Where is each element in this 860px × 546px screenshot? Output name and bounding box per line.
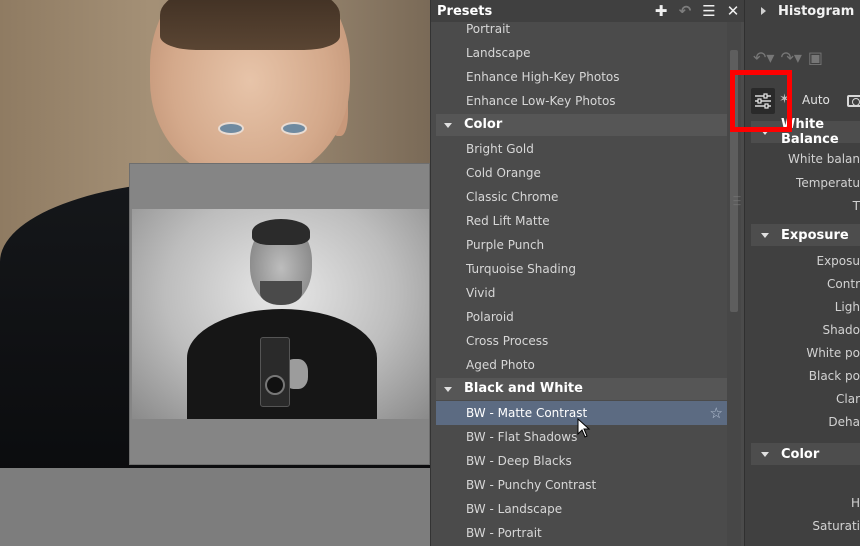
preset-label: BW - Matte Contrast [466,406,588,420]
adjustment-label: Black po [808,369,860,383]
adjustment-label: H [850,496,860,510]
preset-label: BW - Deep Blacks [466,454,572,468]
collapse-icon [761,232,769,238]
adjustment-label: Temperatu [796,176,860,190]
adjustment-label: T [852,199,860,213]
auto-button[interactable]: Auto [802,93,830,107]
preset-label: Landscape [466,46,531,60]
compare-icon[interactable]: ▣ [808,48,823,67]
preset-label: Cross Process [466,334,549,348]
preset-label: Vivid [466,286,496,300]
camera-icon[interactable] [847,95,860,107]
preset-item[interactable]: Cross Process [431,329,727,353]
adjustment-label: Saturati [812,519,860,533]
mouse-cursor-icon [577,418,591,438]
preset-item[interactable]: Aged Photo [431,353,727,377]
preset-label: Classic Chrome [466,190,559,204]
menu-icon[interactable]: ☰ [697,0,721,22]
preset-label: Turquoise Shading [466,262,576,276]
collapse-icon [444,122,452,128]
section-title: Color [781,446,820,462]
close-icon[interactable]: ✕ [721,0,745,22]
histogram-title: Histogram [778,3,855,19]
preset-group-header[interactable]: Color [436,114,727,136]
presets-title: Presets [437,3,493,19]
preset-group-label: Color [464,117,503,132]
preset-item[interactable]: Purple Punch [431,233,727,257]
adjustment-label: Ligh [834,300,860,314]
preset-item[interactable]: Vivid [431,281,727,305]
preset-label: Enhance Low-Key Photos [466,94,616,108]
preset-item[interactable]: Landscape [431,41,727,65]
preset-label: BW - Portrait [466,526,542,540]
section-title: White Balance [781,117,839,147]
preset-label: BW - Flat Shadows [466,430,578,444]
preset-item[interactable]: BW - Punchy Contrast [431,473,727,497]
favorite-star-icon[interactable]: ☆ [710,401,723,425]
undo-icon[interactable]: ↶ [673,0,697,22]
preset-label: Bright Gold [466,142,534,156]
preset-item[interactable]: BW - Landscape [431,497,727,521]
preset-item[interactable]: Turquoise Shading [431,257,727,281]
preset-item[interactable]: Polaroid [431,305,727,329]
preset-label: Portrait [466,22,511,36]
preset-item[interactable]: Cold Orange [431,161,727,185]
adjustment-label: Exposu [816,254,860,268]
photo-viewer [0,0,430,546]
adjustment-label: Clar [836,392,860,406]
adjustment-label: White balan [788,152,860,166]
preset-label: BW - Landscape [466,502,563,516]
adjustment-label: White po [806,346,860,360]
section-title: Exposure [781,227,849,243]
redo-history-icon[interactable]: ↷▾ [780,48,801,67]
adjustment-label: Deha [828,415,860,429]
undo-history-icon[interactable]: ↶▾ [753,48,774,67]
preset-label: Enhance High-Key Photos [466,70,620,84]
preset-item[interactable]: BW - Deep Blacks [431,449,727,473]
preset-group-header[interactable]: Black and White [436,378,727,400]
preset-item[interactable]: Red Lift Matte [431,209,727,233]
preset-item[interactable]: Enhance Low-Key Photos [431,89,727,113]
collapse-icon [761,451,769,457]
expand-icon [761,7,766,15]
adjustment-label: Contr [827,277,860,291]
preview-image [132,209,429,419]
preset-preview [129,163,430,465]
collapse-icon [444,386,452,392]
preset-label: Purple Punch [466,238,545,252]
preset-label: Polaroid [466,310,514,324]
presets-list: Portrait Landscape Enhance High-Key Photos… [431,17,727,546]
highlight-annotation [730,70,792,132]
history-toolbar: ↶▾ ↷▾ ▣ [745,40,860,74]
preset-item[interactable]: Enhance High-Key Photos [431,65,727,89]
section-header[interactable]: Exposure [751,224,860,246]
preset-item[interactable]: Classic Chrome [431,185,727,209]
histogram-header[interactable]: Histogram [751,0,860,22]
add-preset-icon[interactable]: ✚ [649,0,673,22]
section-header[interactable]: Color [751,443,860,465]
adjustment-label: Shado [822,323,860,337]
preset-item[interactable]: Bright Gold [431,137,727,161]
preset-group-label: Black and White [464,381,583,396]
preset-item[interactable]: BW - Portrait [431,521,727,545]
presets-panel: Portrait Landscape Enhance High-Key Photos… [430,0,745,546]
preset-label: Aged Photo [466,358,535,372]
preset-label: Cold Orange [466,166,541,180]
preset-label: BW - Punchy Contrast [466,478,597,492]
presets-header: Presets ✚ ↶ ☰ ✕ [431,0,745,22]
preset-label: Red Lift Matte [466,214,550,228]
